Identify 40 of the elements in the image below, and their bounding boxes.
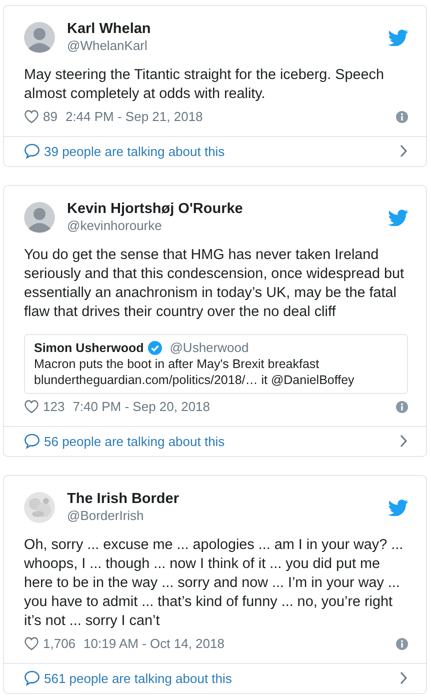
speech-bubble-icon <box>24 670 40 686</box>
author-handle: @BorderIrish <box>67 508 145 524</box>
quoted-text: Macron puts the boot in after May's Brexit breakfast <box>34 356 320 372</box>
author-handle: @WhelanKarl <box>67 38 148 54</box>
talking-link[interactable]: 56 people are talking about this <box>44 432 395 451</box>
talking-link[interactable]: 39 people are talking about this <box>44 142 395 161</box>
like-count: 1,706 <box>43 635 76 653</box>
info-icon[interactable] <box>396 400 408 413</box>
bird-icon <box>388 28 408 46</box>
info-icon[interactable] <box>396 110 408 123</box>
heart-icon[interactable] <box>24 636 39 652</box>
chevron-right-icon[interactable] <box>399 671 408 686</box>
like-count: 123 <box>43 398 65 416</box>
heart-icon[interactable] <box>24 399 39 414</box>
author-name: The Irish Border <box>67 490 180 508</box>
tweet-text: You do get the sense that HMG has never taken Ireland seriously and that this condescension, once widespread but essentially an anachronism in today’s UK, may be the fatal flaw that drives their country over the no deal cliff <box>24 246 405 322</box>
bird-icon <box>388 498 408 516</box>
author-handle: @kevinhorourke <box>67 218 163 234</box>
chevron-right-icon[interactable] <box>399 434 408 448</box>
heart-icon[interactable] <box>24 109 39 124</box>
author-name: Kevin Hjortshøj O'Rourke <box>67 200 244 218</box>
tweet-text: Oh, sorry ... excuse me ... apologies ... am I in your way? ... whoops, I ... though ... now I think of it ... you did put me here to be in the way ... sorry and now ... I’m in your way ... you have to admit ... that’s kind of funny ... no, you’re right it’s not ... sorry I can’t <box>24 536 404 631</box>
timestamp[interactable]: 10:19 AM - Oct 14, 2018 <box>84 634 388 654</box>
chevron-right-icon[interactable] <box>399 144 408 158</box>
timestamp[interactable]: 2:44 PM - Sep 21, 2018 <box>65 107 388 126</box>
speech-bubble-icon <box>24 143 40 160</box>
timestamp[interactable]: 7:40 PM - Sep 20, 2018 <box>72 397 388 416</box>
avatar-icon <box>24 22 55 52</box>
talking-link[interactable]: 561 people are talking about this <box>44 668 395 688</box>
avatar-icon <box>24 202 55 232</box>
quoted-link-text: blundertheguardian.com/politics/2018/… it @DanielBoffey <box>34 372 356 388</box>
info-icon[interactable] <box>396 638 408 650</box>
like-count: 89 <box>43 108 58 126</box>
tweet-text: May steering the Titantic straight for the iceberg. Speech almost completely at odds with reality. <box>24 66 385 104</box>
quoted-tweet[interactable]: Simon Usherwood @Usherwood Macron puts the boot in after May's Brexit breakfast blundertheguardian.com/politics/2018/… it @DanielBoffey <box>24 334 408 394</box>
author-name: Karl Whelan <box>67 20 152 38</box>
quoted-author-name: Simon Usherwood <box>34 340 144 356</box>
bird-icon <box>388 208 408 226</box>
speech-bubble-icon <box>24 433 40 450</box>
quoted-author-handle: @Usherwood <box>170 340 249 356</box>
